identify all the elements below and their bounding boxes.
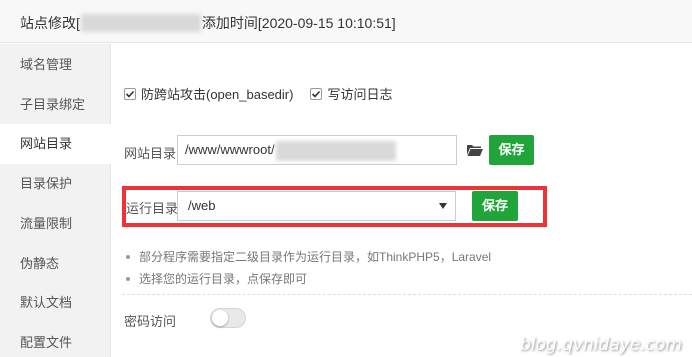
tip-item: 选择您的运行目录，点保存即可 [126, 271, 491, 293]
open-basedir-option[interactable]: 防跨站攻击(open_basedir) [124, 84, 293, 103]
dialog-title-suffix: 添加时间[2020-09-15 10:10:51] [201, 15, 396, 31]
sidebar: 域名管理 子目录绑定 网站目录 目录保护 流量限制 伪静态 默认文档 配置文件 [0, 44, 112, 357]
watermark: blog.qvnidaye.com [520, 335, 682, 355]
checkmark-icon [125, 90, 135, 98]
red-highlight-box [122, 186, 547, 227]
access-log-checkbox[interactable] [310, 87, 323, 100]
sidebar-item-dir-protect[interactable]: 目录保护 [0, 164, 111, 204]
dialog-title: 站点修改[ 添加时间[2020-09-15 10:10:51] [20, 13, 396, 33]
sidebar-item-site-dir[interactable]: 网站目录 [0, 124, 112, 164]
sidebar-item-domain[interactable]: 域名管理 [0, 45, 111, 85]
site-dir-label: 网站目录 [124, 146, 177, 161]
site-dir-save-button[interactable]: 保存 [489, 135, 534, 165]
main-panel: 防跨站攻击(open_basedir) 写访问日志 网站目录 /www/wwwr… [112, 44, 692, 357]
access-log-label: 写访问日志 [327, 87, 393, 102]
sidebar-item-subdir-binding[interactable]: 子目录绑定 [0, 85, 111, 125]
password-access-label: 密码访问 [124, 314, 177, 329]
checkbox-row: 防跨站攻击(open_basedir) 写访问日志 [124, 84, 409, 103]
site-dir-value: /www/wwwroot/ [185, 142, 275, 157]
sidebar-item-rewrite[interactable]: 伪静态 [0, 244, 111, 284]
tip-item: 部分程序需要指定二级目录作为运行目录，如ThinkPHP5，Laravel [126, 249, 491, 271]
folder-icon[interactable] [466, 143, 484, 157]
access-log-option[interactable]: 写访问日志 [310, 84, 392, 103]
dialog-header: 站点修改[ 添加时间[2020-09-15 10:10:51] [0, 0, 692, 43]
dialog-title-prefix: 站点修改[ [20, 15, 80, 31]
sidebar-item-traffic-limit[interactable]: 流量限制 [0, 204, 111, 244]
open-basedir-label: 防跨站攻击(open_basedir) [141, 87, 294, 102]
sidebar-item-default-doc[interactable]: 默认文档 [0, 283, 111, 323]
site-dir-input[interactable]: /www/wwwroot/ [177, 135, 457, 165]
divider [122, 294, 692, 295]
sidebar-item-config-file[interactable]: 配置文件 [0, 323, 111, 357]
toggle-knob [212, 310, 228, 326]
tips-list: 部分程序需要指定二级目录作为运行目录，如ThinkPHP5，Laravel 选择… [126, 249, 491, 293]
password-access-toggle[interactable] [210, 308, 246, 328]
redacted-site-name [80, 14, 201, 32]
checkmark-icon [312, 90, 321, 98]
redacted-path [275, 140, 396, 161]
open-basedir-checkbox[interactable] [124, 87, 136, 100]
